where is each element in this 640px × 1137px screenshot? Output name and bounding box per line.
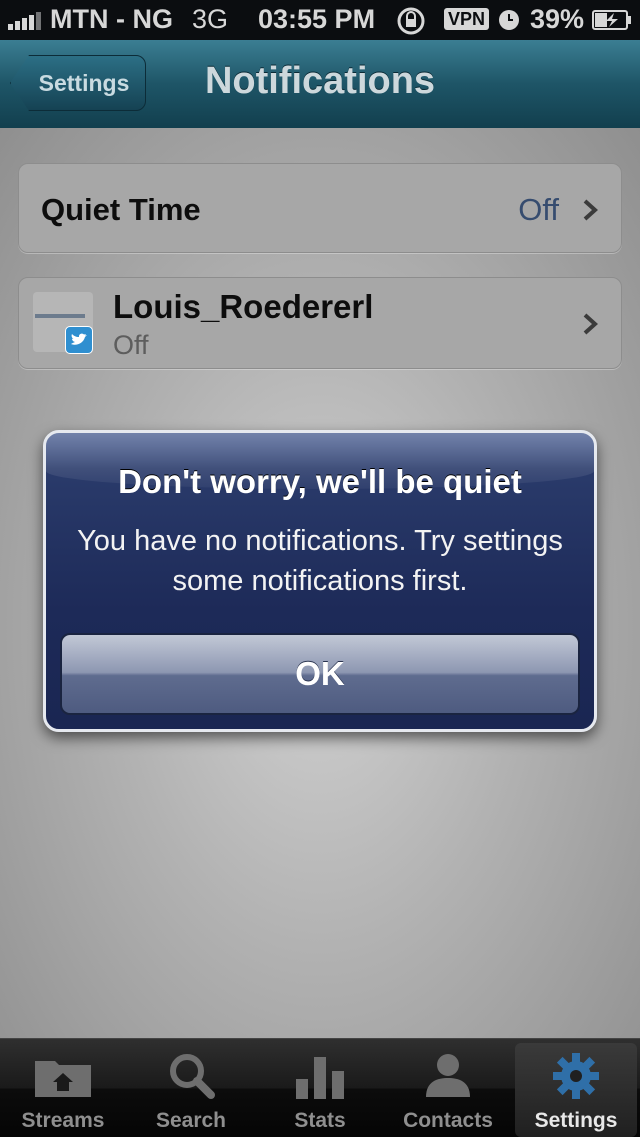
network-type: 3G (192, 4, 229, 34)
tab-settings[interactable]: Settings (515, 1043, 637, 1137)
vpn-badge: VPN (444, 8, 490, 30)
stats-icon (296, 1057, 344, 1099)
navigation-bar: Settings Notifications (0, 40, 640, 129)
tab-search[interactable]: Search (130, 1043, 252, 1137)
tab-label: Stats (294, 1109, 346, 1132)
streams-icon (35, 1061, 91, 1097)
account-row[interactable]: Louis_Roedererl Off (18, 277, 622, 369)
alert-message: You have no notifications. Try settings … (77, 525, 563, 597)
twitter-icon (65, 326, 93, 354)
alarm-clock-icon (499, 10, 519, 30)
avatar (33, 292, 93, 354)
tab-streams[interactable]: Streams (2, 1043, 124, 1137)
tab-stats[interactable]: Stats (259, 1043, 381, 1137)
battery-charging-icon (592, 10, 631, 30)
ok-button[interactable]: OK (60, 633, 580, 715)
alert-dialog: Don't worry, we'll be quiet You have no … (43, 430, 597, 732)
carrier-name: MTN - NG (50, 4, 173, 34)
quiet-time-row[interactable]: Quiet Time Off (18, 163, 622, 253)
tab-label: Streams (21, 1109, 105, 1132)
account-name: Louis_Roedererl (113, 288, 374, 325)
quiet-time-value: Off (518, 192, 559, 227)
tab-contacts[interactable]: Contacts (387, 1043, 509, 1137)
chevron-right-icon (583, 199, 598, 221)
status-bar: MTN - NG 3G 03:55 PM VPN 39% (0, 0, 640, 40)
signal-strength-icon (8, 12, 44, 30)
chevron-right-icon (583, 313, 598, 335)
settings-gear-icon (553, 1053, 599, 1099)
alert-title: Don't worry, we'll be quiet (118, 463, 522, 500)
account-status: Off (113, 330, 149, 360)
tab-bar: Streams Search Stats Contacts Settings (0, 1038, 640, 1137)
status-time: 03:55 PM (258, 4, 376, 34)
page-title: Notifications (204, 60, 436, 102)
search-icon (170, 1054, 215, 1099)
contacts-icon (426, 1054, 470, 1097)
tab-label: Search (155, 1109, 227, 1132)
orientation-lock-icon (397, 7, 425, 35)
tab-label: Contacts (403, 1109, 493, 1132)
battery-percent: 39% (530, 4, 585, 34)
tab-label: Settings (534, 1109, 618, 1132)
quiet-time-label: Quiet Time (41, 192, 201, 227)
